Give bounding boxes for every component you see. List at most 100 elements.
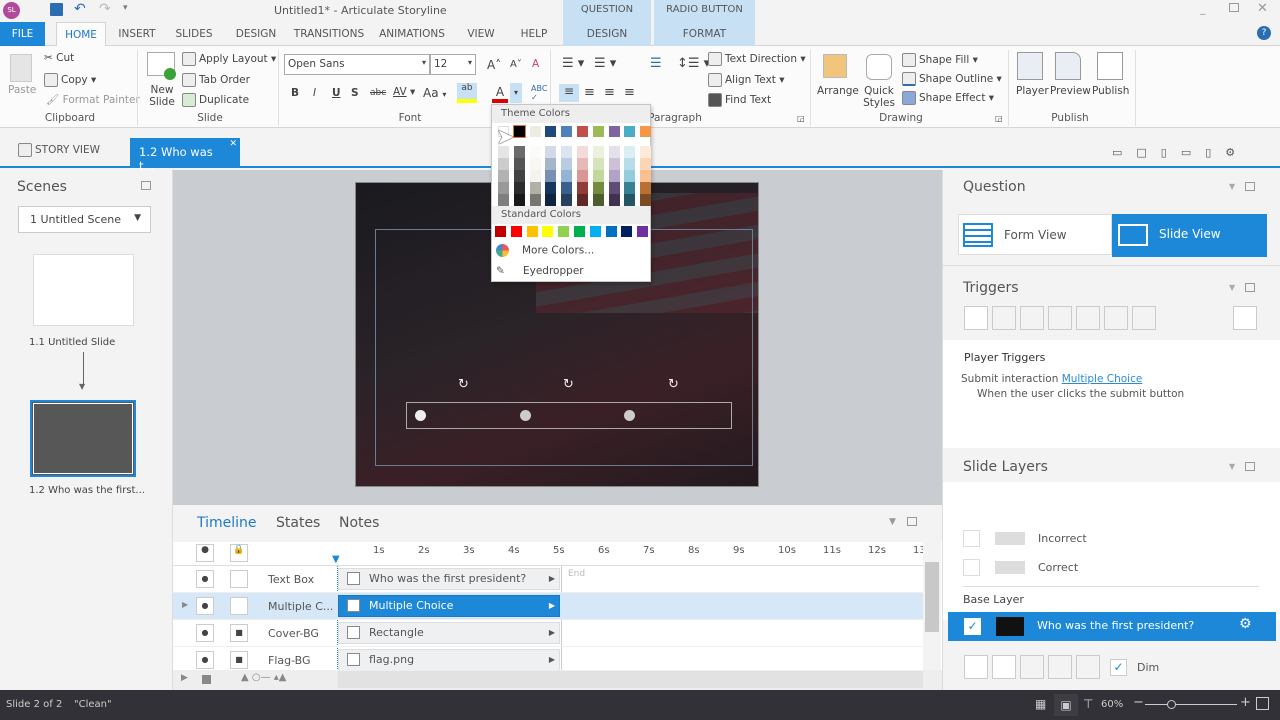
timeline-bar[interactable]: flag.png ▶ xyxy=(338,649,560,671)
color-swatch[interactable] xyxy=(577,182,588,194)
standard-color-swatch[interactable] xyxy=(495,226,506,237)
help-icon[interactable]: ? xyxy=(1257,26,1271,40)
shrink-font-icon[interactable]: A˅ xyxy=(510,59,522,70)
duplicate-layer-button[interactable] xyxy=(992,655,1016,679)
playhead-icon[interactable]: ▼ xyxy=(332,554,340,565)
color-swatch[interactable] xyxy=(624,170,636,182)
stop-icon[interactable] xyxy=(202,675,211,684)
copy-button[interactable]: Copy ▾ xyxy=(44,73,96,87)
rotate-handle-icon[interactable]: ↻ xyxy=(563,377,574,392)
lock-icon[interactable]: ■ xyxy=(230,651,248,669)
tab-insert[interactable]: INSERT xyxy=(113,22,161,46)
standard-color-swatch[interactable] xyxy=(526,226,538,237)
story-view-tab[interactable]: STORY VIEW xyxy=(18,143,100,157)
form-view-button[interactable]: Form View xyxy=(958,214,1112,255)
timeline-bar[interactable]: Who was the first president? ▶ xyxy=(338,568,560,590)
new-layer-button[interactable] xyxy=(964,655,988,679)
tab-file[interactable]: FILE xyxy=(0,22,45,46)
color-swatch[interactable] xyxy=(577,194,588,206)
format-painter-button[interactable]: 🖌 Format Painter xyxy=(46,93,140,106)
timeline-row[interactable]: ▶ ● Multiple C... Multiple Choice ▶ xyxy=(173,593,923,620)
preview-icon[interactable] xyxy=(1055,52,1081,80)
color-swatch[interactable] xyxy=(513,170,525,182)
timeline-row[interactable]: ● ■ Cover-BG Rectangle ▶ xyxy=(173,620,923,647)
color-swatch[interactable] xyxy=(561,146,573,158)
slide-tab-current[interactable]: 1.2 Who was t... ✕ xyxy=(130,138,240,173)
play-icon[interactable]: ▶ xyxy=(181,673,188,683)
layer-settings-gear-icon[interactable]: ⚙ xyxy=(1239,616,1252,632)
justify-icon[interactable]: ≡ xyxy=(624,85,635,100)
font-color-icon[interactable]: A xyxy=(492,85,508,103)
change-case-button[interactable]: Aa ▾ xyxy=(423,86,446,100)
delete-trigger-button[interactable] xyxy=(1076,306,1100,330)
tab-slides[interactable]: SLIDES xyxy=(170,22,218,46)
maximize-button[interactable] xyxy=(1229,3,1239,12)
lock-toggle[interactable] xyxy=(230,597,248,615)
color-swatch[interactable] xyxy=(512,125,526,138)
align-center-icon[interactable]: ≡ xyxy=(584,85,595,100)
layer-item-incorrect[interactable]: Incorrect xyxy=(963,530,1263,550)
shape-fill-button[interactable]: Shape Fill ▾ xyxy=(902,53,978,67)
visibility-toggle-icon[interactable]: ● xyxy=(196,570,214,588)
publish-button[interactable]: Publish xyxy=(1092,85,1129,97)
base-layer-item[interactable]: ✓ Who was the first president? ⚙ xyxy=(948,612,1276,641)
shape-effect-button[interactable]: Shape Effect ▾ xyxy=(902,91,994,105)
tab-question-design[interactable]: DESIGN xyxy=(563,22,651,46)
save-icon[interactable] xyxy=(50,3,63,16)
paste-layer-button[interactable] xyxy=(1048,655,1072,679)
font-color-dropdown[interactable]: ▾ xyxy=(510,83,522,103)
panel-float-icon[interactable] xyxy=(1245,283,1255,292)
italic-button[interactable]: I xyxy=(313,87,316,99)
standard-color-swatch[interactable] xyxy=(621,226,633,237)
color-swatch[interactable] xyxy=(640,170,652,182)
trigger-item[interactable]: Submit interaction Multiple Choice xyxy=(961,373,1142,385)
expand-icon[interactable]: ▶ xyxy=(182,600,188,609)
color-swatch[interactable] xyxy=(561,182,573,194)
shape-outline-button[interactable]: Shape Outline ▾ xyxy=(902,72,1002,86)
zoom-slider[interactable]: ▲ ○— ▴▲ xyxy=(241,672,286,683)
new-slide-button[interactable]: New Slide xyxy=(147,84,177,108)
undo-icon[interactable]: ↶ xyxy=(74,1,86,17)
strikethrough-button[interactable]: abc xyxy=(370,88,386,98)
color-swatch[interactable] xyxy=(545,146,557,158)
color-swatch[interactable] xyxy=(640,182,652,194)
panel-float-icon[interactable] xyxy=(141,181,151,190)
bold-button[interactable]: B xyxy=(291,87,299,99)
standard-color-swatch[interactable] xyxy=(510,226,522,237)
slide-thumbnail-1[interactable] xyxy=(33,254,134,326)
redo-icon[interactable]: ↷ xyxy=(99,1,111,17)
normal-view-icon[interactable]: ▣ xyxy=(1054,694,1078,716)
radio-button[interactable] xyxy=(415,410,426,421)
highlight-icon[interactable]: ab xyxy=(457,83,477,103)
line-spacing-icon[interactable]: ↕☰ ▾ xyxy=(677,56,710,71)
timeline-bar[interactable]: Rectangle ▶ xyxy=(338,622,560,644)
grid-view-icon[interactable]: ▦ xyxy=(1035,697,1046,711)
color-swatch[interactable] xyxy=(561,170,573,182)
color-swatch[interactable] xyxy=(545,126,557,137)
color-swatch[interactable] xyxy=(545,182,557,194)
tab-transitions[interactable]: TRANSITIONS xyxy=(292,22,366,46)
color-swatch[interactable] xyxy=(608,158,620,170)
font-size-select[interactable]: 12 ▾ xyxy=(430,54,476,75)
tab-notes[interactable]: Notes xyxy=(339,515,379,531)
align-right-icon[interactable]: ≡ xyxy=(604,85,615,100)
color-swatch[interactable] xyxy=(640,146,652,158)
font-name-select[interactable]: Open Sans ▾ xyxy=(284,54,430,75)
color-swatch[interactable] xyxy=(624,146,636,158)
collapse-icon[interactable]: ▼ xyxy=(1229,462,1235,471)
lock-all-icon[interactable]: 🔒 xyxy=(230,544,248,562)
panel-float-icon[interactable] xyxy=(907,517,917,526)
bullets-icon[interactable]: ☰ ▾ xyxy=(562,56,584,71)
color-swatch[interactable] xyxy=(577,126,588,137)
copy-trigger-button[interactable] xyxy=(1020,306,1044,330)
standard-color-swatch[interactable] xyxy=(542,226,554,237)
paste-button[interactable]: Paste xyxy=(8,84,36,96)
numbering-icon[interactable]: ☰ ▾ xyxy=(594,56,616,71)
color-swatch[interactable] xyxy=(592,146,604,158)
minimize-button[interactable]: _ xyxy=(1200,2,1206,15)
color-swatch[interactable] xyxy=(592,194,604,206)
color-swatch[interactable] xyxy=(608,182,620,194)
standard-color-swatch[interactable] xyxy=(605,226,617,237)
color-swatch[interactable] xyxy=(513,194,525,206)
new-trigger-button[interactable] xyxy=(964,306,988,330)
